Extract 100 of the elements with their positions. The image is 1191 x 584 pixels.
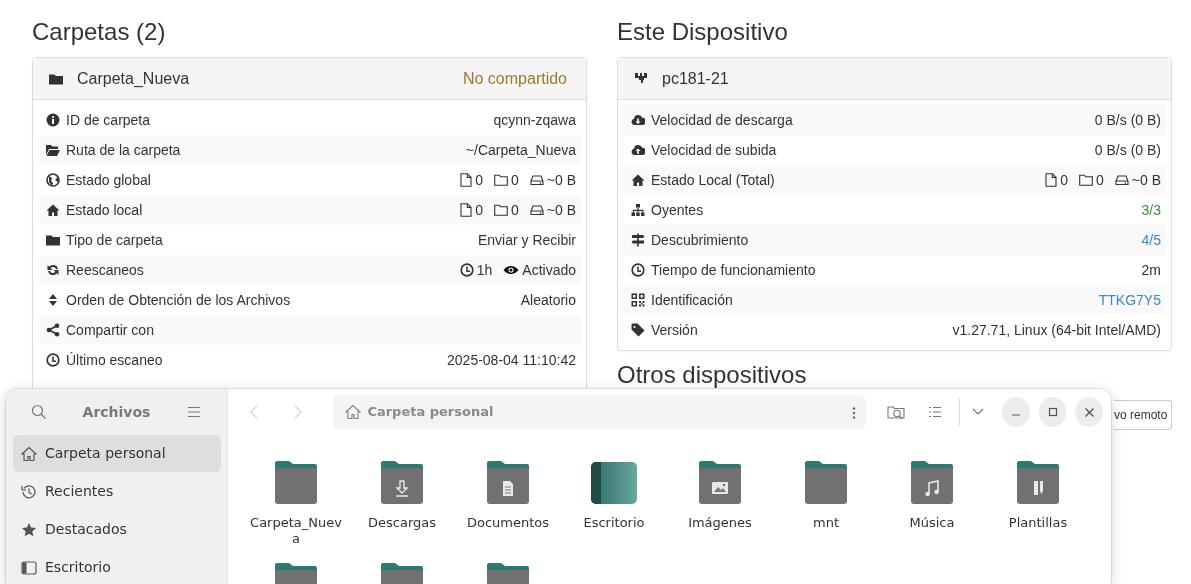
chevron-icon [249,405,258,419]
row-label: Velocidad de descarga [651,110,793,130]
folder-outline-icon [494,173,508,187]
info-icon [46,113,60,127]
row-value: Enviar y Recibir [477,230,576,250]
folder-count: 0 [1096,170,1104,190]
close-button[interactable] [1075,397,1103,427]
star-icon [21,521,37,538]
row-label: Versión [651,320,698,340]
clock-icon [46,353,60,367]
maximize-button[interactable] [1038,397,1067,427]
cloud-upload-icon [631,143,645,157]
folder-count: 0 [511,170,519,190]
home-icon [631,173,645,187]
file-icon [460,173,473,187]
row-label: Último escaneo [66,350,163,370]
file-item[interactable]: Música [879,459,985,547]
row-value: 0 B/s (0 B) [1094,110,1161,130]
row-label: Compartir con [66,320,154,340]
section-heading: Este Dispositivo [617,18,789,46]
drive-icon [1114,173,1129,187]
home-icon [345,404,362,420]
size-value: ~0 B [546,170,576,190]
row-label: Descubrimiento [651,230,749,250]
tag-icon [631,323,645,337]
folder-outline-icon [494,203,508,217]
file-item[interactable]: Documentos [455,459,561,547]
row-label: Identificación [651,290,733,310]
row-value: 0 B/s (0 B) [1094,140,1161,160]
row-value: 2025-08-04 11:10:42 [447,350,576,370]
sidebar-item[interactable]: Carpeta personal [13,435,221,472]
sidebar-item[interactable]: Recientes [13,473,221,510]
file-item[interactable]: Carpeta_Nueva [243,459,349,547]
folder-count: 0 [511,200,519,220]
file-icon [460,203,473,217]
cloud-download-icon [631,113,645,127]
chevron-icon [293,405,302,419]
maximize-icon [1046,406,1058,418]
file-count: 0 [1060,170,1068,190]
size-value: ~0 B [546,200,576,220]
qr-code-icon [631,293,645,307]
sidebar-item[interactable]: Escritorio [13,549,221,584]
device-name[interactable]: pc181-21 [662,66,729,91]
rescan-interval: 1h [476,260,493,280]
eye-icon [503,263,520,277]
globe-icon [46,173,60,187]
history-icon [21,483,37,500]
sort-icon [46,293,60,307]
section-heading: Carpetas (2) [32,18,167,46]
app-title: Archivos [82,402,151,422]
folder-outline-icon [1079,173,1093,187]
row-value: TTKG7Y5 [1098,290,1161,310]
row-label: Ruta de la carpeta [66,140,181,160]
close-icon [1083,406,1095,418]
desktop-icon [21,559,37,576]
folder-name[interactable]: Carpeta_Nueva [77,66,190,91]
add-remote-device-button[interactable]: vo remoto [1114,400,1172,430]
share-icon [46,323,60,337]
row-label: Estado global [66,170,151,190]
menu-icon [187,405,201,419]
drive-icon [529,203,544,217]
signpost-icon [631,233,645,247]
file-count: 0 [475,200,483,220]
file-item[interactable]: Escritorio [561,459,667,547]
file-count: 0 [475,170,483,190]
row-label: Tiempo de funcionamiento [651,260,816,280]
watcher-status: Activado [522,260,576,280]
folder-icon [1014,459,1062,507]
list-view-icon [927,405,942,419]
file-icon [1045,173,1058,187]
size-value: ~0 B [1131,170,1161,190]
file-item[interactable]: Imágenes [667,459,773,547]
more-options-icon [851,405,856,420]
clock-icon [631,263,645,277]
drive-icon [529,173,544,187]
folder-search-icon [886,404,905,420]
row-label: Oyentes [651,200,704,220]
row-label: Velocidad de subida [651,140,777,160]
minimize-icon [1011,414,1020,416]
device-icon [634,71,648,86]
folder-icon [378,459,426,507]
row-value: ~/Carpeta_Nueva [465,140,576,160]
row-value: Aleatorio [520,290,576,310]
row-label: ID de carpeta [66,110,151,130]
sidebar-item[interactable]: Destacados [13,511,221,548]
refresh-icon [46,263,60,277]
row-label: Tipo de carpeta [66,230,163,250]
folder-icon [484,459,532,507]
file-item[interactable]: mnt [773,459,879,547]
file-item[interactable]: Plantillas [985,459,1091,547]
network-icon [631,203,645,217]
row-label: Orden de Obtención de los Archivos [66,290,291,310]
row-value: v1.27.71, Linux (64-bit Intel/AMD) [952,320,1161,340]
folder-icon [802,459,850,507]
row-value: 3/3 [1141,200,1161,220]
folder-icon [46,233,60,247]
row-label: Estado Local (Total) [651,170,775,190]
row-label: Estado local [66,200,143,220]
chevron-down-icon [971,408,984,416]
file-item[interactable]: Descargas [349,459,455,547]
